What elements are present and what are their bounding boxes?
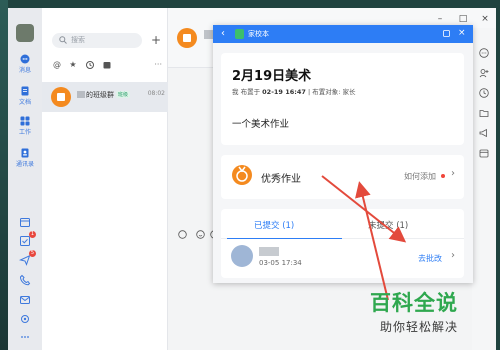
homework-card: 2月19日美术 我 布置于 02-19 16:47 | 布置对象: 家长 一个美…: [221, 53, 464, 145]
close-button[interactable]: ×: [480, 14, 490, 24]
notification-badge: 5: [29, 250, 36, 257]
pin-icon[interactable]: [442, 29, 451, 38]
search-input[interactable]: 搜索: [52, 33, 142, 48]
popup-header: ‹ 家校本 ×: [213, 25, 473, 43]
desktop-background: [0, 0, 8, 350]
app-icon: [235, 29, 244, 39]
mail-icon[interactable]: [19, 294, 31, 306]
sidebar-item-label: 消息: [18, 67, 31, 74]
homework-body: 一个美术作业: [232, 119, 290, 130]
folder-icon[interactable]: [102, 60, 112, 70]
contacts-icon: [21, 148, 29, 158]
chat-time: 08:02: [147, 90, 165, 97]
review-button[interactable]: 去批改: [418, 253, 442, 264]
back-icon[interactable]: ‹: [221, 27, 225, 41]
sidebar-item-messages[interactable]: 消息: [8, 54, 42, 74]
chat-list-panel: 搜索 + @ ★ ··· 的班级群 班级 08:02: [42, 8, 168, 350]
homework-popup: ‹ 家校本 × 2月19日美术 我 布置于 02-19 16:47 | 布置对象…: [213, 25, 473, 283]
search-placeholder: 搜索: [71, 36, 85, 44]
sidebar-item-label: 通讯录: [15, 161, 34, 168]
group-avatar: [177, 28, 197, 48]
watermark-title: 百科全说: [370, 291, 458, 315]
meta-prefix: 我 布置于: [232, 88, 261, 96]
tab-submitted[interactable]: 已提交 (1): [254, 219, 294, 231]
avatar[interactable]: [16, 24, 34, 42]
excellent-work-row[interactable]: 优秀作业 如何添加 ›: [221, 155, 464, 199]
how-to-add-link[interactable]: 如何添加: [404, 171, 436, 182]
chevron-right-icon: ›: [451, 168, 455, 179]
watermark-subtitle: 助你轻松解决: [380, 320, 459, 334]
minimize-button[interactable]: –: [435, 14, 445, 24]
star-icon[interactable]: ★: [68, 60, 78, 70]
submission-time: 03-05 17:34: [259, 259, 302, 267]
more-icon[interactable]: ···: [154, 60, 162, 69]
chat-name: 的班级群 班级: [77, 90, 131, 100]
filter-bar: @ ★ ···: [52, 60, 162, 72]
settings-icon[interactable]: [19, 313, 31, 325]
add-member-icon[interactable]: [479, 68, 489, 78]
excellent-work-label: 优秀作业: [261, 174, 301, 185]
history-icon[interactable]: [85, 60, 95, 70]
more-icon[interactable]: [19, 331, 31, 343]
sidebar-item-documents[interactable]: 文档: [8, 86, 42, 106]
voice-icon[interactable]: [178, 230, 187, 239]
watermark: 百科全说 助你轻松解决: [370, 287, 490, 342]
megaphone-icon[interactable]: [479, 128, 489, 138]
phone-icon[interactable]: [19, 274, 31, 286]
homework-meta: 我 布置于 02-19 16:47 | 布置对象: 家长: [232, 86, 356, 96]
folder-icon[interactable]: [479, 108, 489, 118]
sidebar-item-label: 文档: [18, 99, 31, 106]
submission-card: 已提交 (1) 未提交 (1) 03-05 17:34 去批改 ›: [221, 209, 464, 278]
grid-icon: [20, 116, 30, 126]
tab-unsubmitted[interactable]: 未提交 (1): [368, 219, 408, 231]
maximize-button[interactable]: □: [458, 14, 468, 24]
at-icon[interactable]: @: [52, 60, 62, 70]
tab-indicator: [227, 238, 342, 239]
notification-badge: 1: [29, 231, 36, 238]
sidebar-item-contacts[interactable]: 通讯录: [8, 148, 42, 168]
clock-icon[interactable]: [479, 88, 489, 98]
meta-target: | 布置对象: 家长: [307, 88, 356, 96]
search-icon: [59, 36, 67, 44]
meta-time: 02-19 16:47: [262, 88, 306, 96]
sidebar-item-label: 工作: [18, 129, 31, 136]
group-avatar: [51, 87, 71, 107]
class-tag: 班级: [116, 91, 131, 98]
chevron-right-icon: ›: [451, 250, 455, 261]
calendar-icon[interactable]: [479, 148, 489, 158]
popup-title: 家校本: [248, 30, 269, 38]
sidebar-item-work[interactable]: 工作: [8, 116, 42, 136]
list-item[interactable]: 的班级群 班级 08:02: [42, 82, 168, 112]
blurred-text: [77, 91, 85, 98]
medal-icon: [232, 165, 252, 185]
calendar-icon[interactable]: [19, 216, 31, 228]
more-icon[interactable]: [479, 48, 489, 58]
add-button[interactable]: +: [150, 33, 162, 47]
chat-icon: [20, 54, 30, 64]
close-icon[interactable]: ×: [458, 29, 467, 38]
blurred-text: [259, 247, 279, 256]
sidebar: 消息 文档 工作 通讯录 1 5: [8, 8, 42, 350]
emoji-icon[interactable]: [196, 230, 205, 239]
student-avatar: [231, 245, 253, 267]
red-dot: [441, 174, 445, 178]
document-icon: [21, 86, 29, 96]
homework-title: 2月19日美术: [232, 69, 312, 84]
chat-name-text: 的班级群: [86, 91, 114, 99]
